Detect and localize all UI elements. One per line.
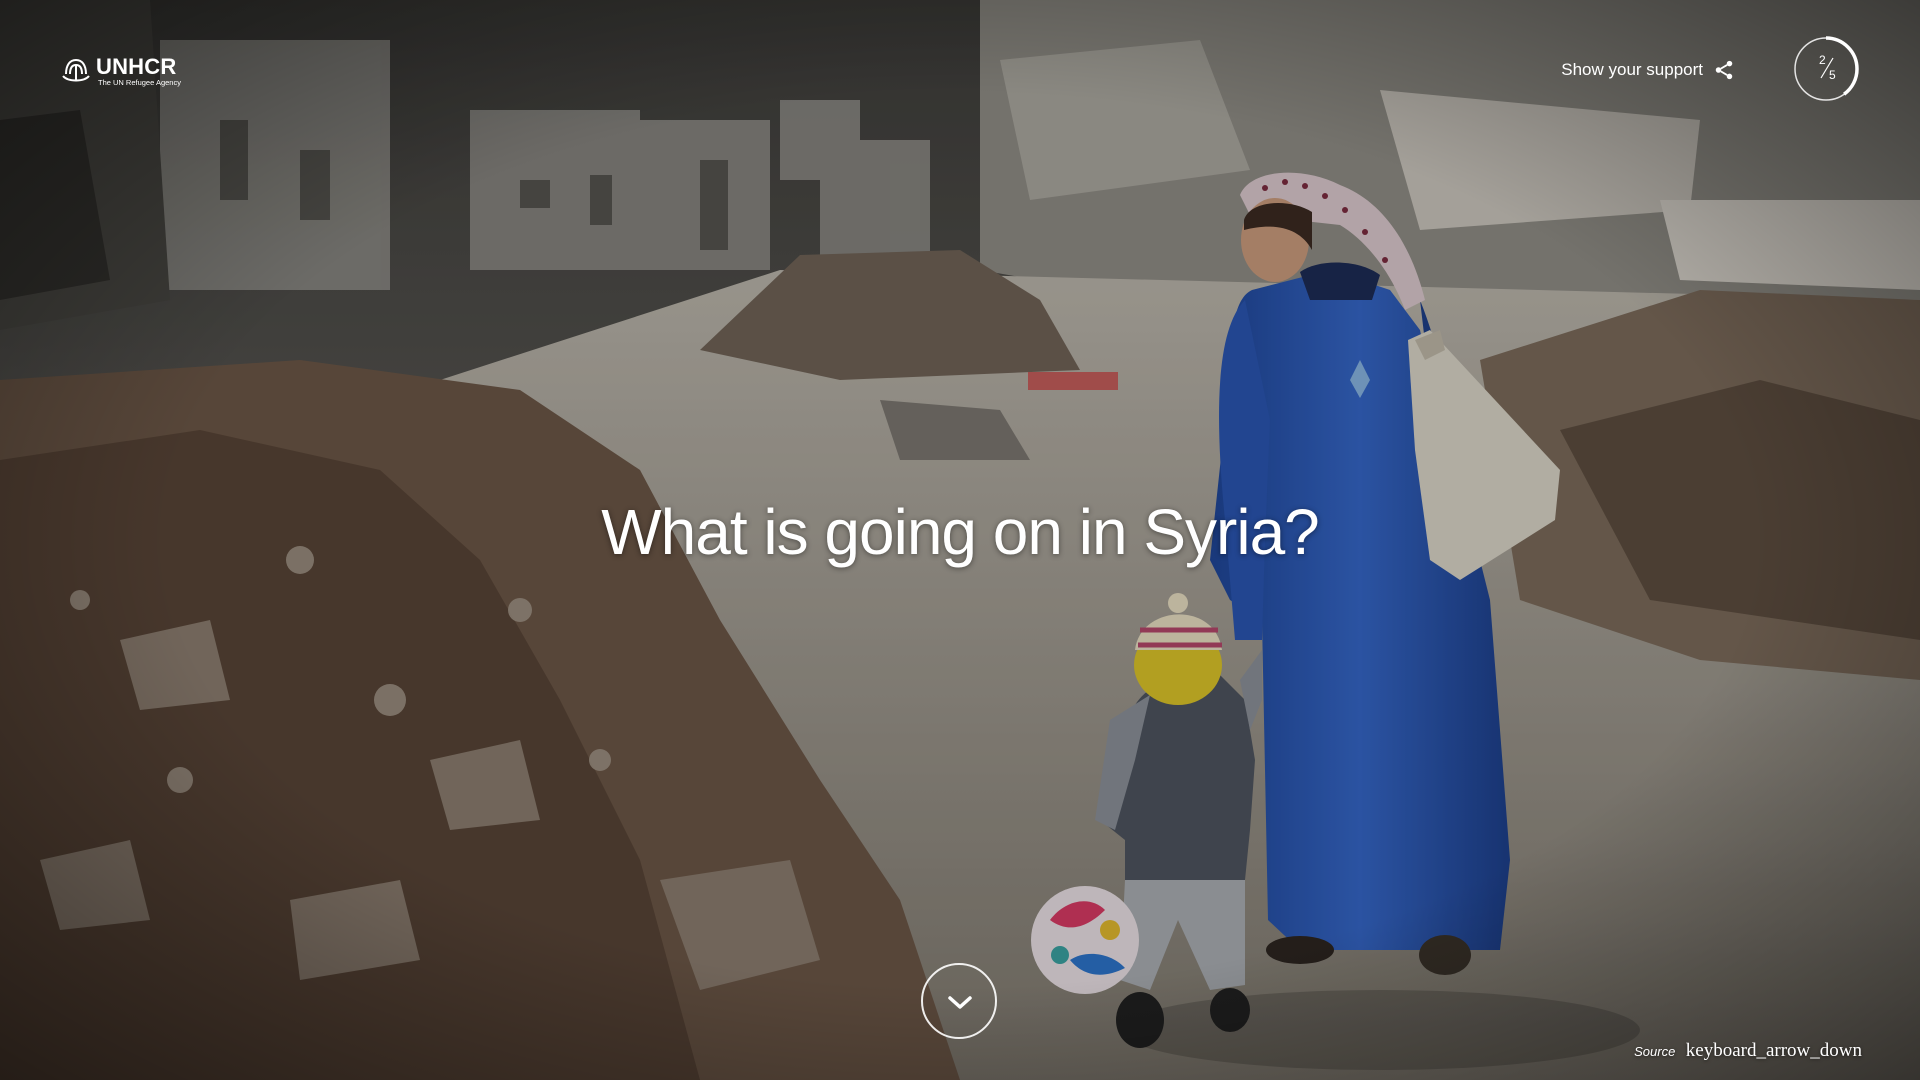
- progress-current-step: 2: [1819, 53, 1826, 67]
- unhcr-emblem-icon: [62, 58, 90, 82]
- brand-name: UNHCR: [96, 54, 177, 79]
- chevron-down-icon: [948, 996, 972, 1009]
- progress-ring: [1793, 36, 1859, 102]
- scroll-down-button[interactable]: [921, 963, 997, 1039]
- progress-total-steps: 5: [1829, 68, 1836, 82]
- share-icon: [1715, 60, 1733, 80]
- brand-tagline: The UN Refugee Agency: [98, 78, 181, 87]
- source-label: Source: [1634, 1044, 1676, 1059]
- unhcr-logo[interactable]: UNHCR The UN Refugee Agency: [60, 54, 190, 88]
- photo-source-credit[interactable]: Source keyboard_arrow_down: [1634, 1040, 1862, 1062]
- page-title: What is going on in Syria?: [601, 496, 1320, 568]
- story-progress-indicator[interactable]: 2 5: [1793, 36, 1859, 102]
- show-support-button[interactable]: Show your support: [1561, 56, 1735, 84]
- source-toggle-glyph: keyboard_arrow_down: [1685, 1040, 1862, 1061]
- show-support-label: Show your support: [1561, 60, 1703, 79]
- story-slide: UNHCR The UN Refugee Agency Show your su…: [0, 0, 1920, 1080]
